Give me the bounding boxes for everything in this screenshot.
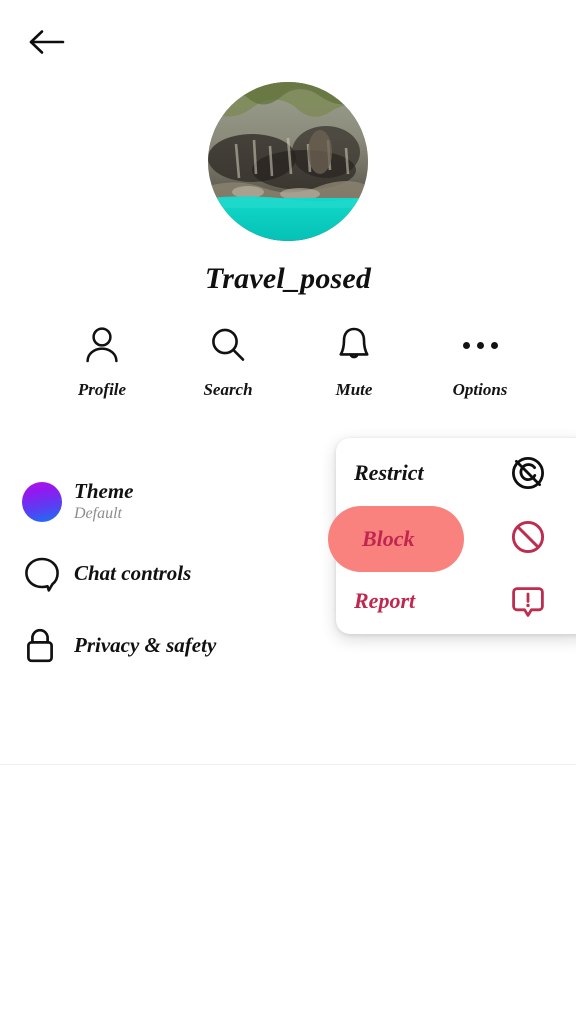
popup-item-restrict[interactable]: Restrict — [336, 442, 576, 504]
action-profile[interactable]: Profile — [46, 322, 158, 400]
action-mute[interactable]: Mute — [298, 322, 410, 400]
block-no-entry-icon — [506, 515, 550, 559]
settings-list: Theme Default Chat controls Privacy & sa… — [0, 466, 340, 682]
settings-item-privacy-safety[interactable]: Privacy & safety — [0, 610, 340, 682]
settings-item-theme-title: Theme — [74, 478, 134, 503]
theme-gradient-circle-icon — [22, 482, 74, 522]
action-mute-label: Mute — [335, 380, 373, 399]
section-divider — [0, 764, 576, 765]
popup-item-report[interactable]: Report — [336, 570, 576, 632]
avatar[interactable] — [208, 82, 368, 241]
action-profile-label: Profile — [77, 380, 127, 399]
settings-item-privacy-safety-title: Privacy & safety — [74, 633, 217, 658]
avatar-image — [208, 82, 368, 241]
arrow-left-icon — [29, 30, 65, 54]
settings-item-chat-controls-title: Chat controls — [74, 561, 192, 586]
options-popup-menu: Restrict Report Block — [328, 438, 576, 634]
settings-item-theme-subtitle: Default — [74, 505, 122, 523]
search-icon — [208, 322, 248, 368]
action-options[interactable]: Options — [424, 322, 536, 400]
action-row: Profile Search Mute Options — [46, 322, 536, 400]
settings-item-chat-controls[interactable]: Chat controls — [0, 538, 340, 610]
ellipsis-icon — [462, 322, 498, 368]
profile-username: Travel_posed — [204, 262, 372, 295]
action-options-label: Options — [452, 380, 508, 399]
top-bar — [0, 0, 576, 80]
popup-item-restrict-label: Restrict — [354, 460, 424, 485]
settings-item-theme[interactable]: Theme Default — [0, 466, 340, 538]
restrict-crossed-eye-icon — [506, 451, 550, 495]
report-exclamation-icon — [506, 579, 550, 623]
popup-item-report-label: Report — [354, 588, 416, 613]
speech-bubble-icon — [22, 554, 74, 594]
popup-item-block-label: Block — [362, 526, 415, 551]
bell-icon — [336, 322, 372, 368]
action-search-label: Search — [203, 380, 253, 399]
lock-icon — [22, 626, 74, 666]
action-search[interactable]: Search — [172, 322, 284, 400]
back-button[interactable] — [20, 20, 72, 64]
person-icon — [83, 322, 121, 368]
